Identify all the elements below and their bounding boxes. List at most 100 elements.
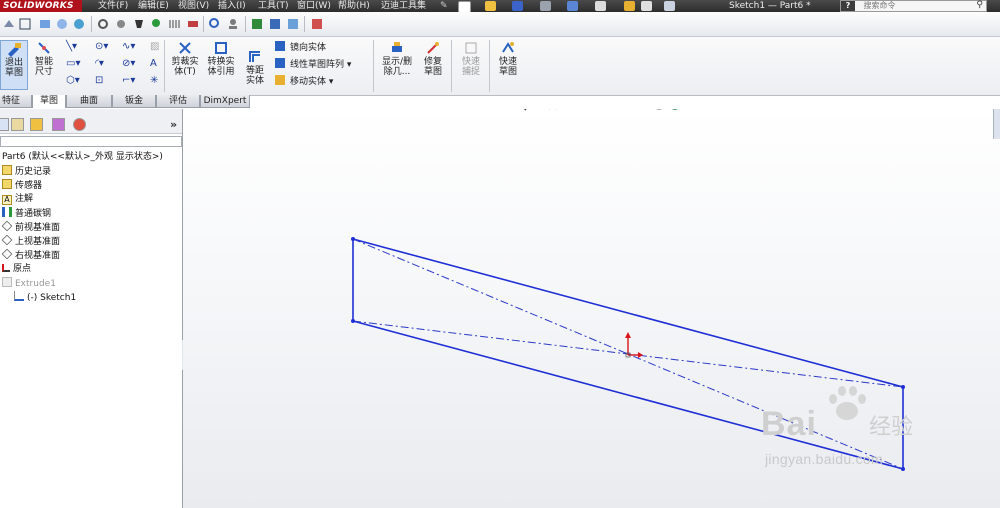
display-delete-relations-button[interactable]: 显示/删除几...	[377, 40, 417, 77]
solidworks-logo[interactable]: SOLIDWORKS	[0, 0, 82, 12]
menu-help[interactable]: 帮助(H)	[338, 0, 370, 12]
offset-entities-button[interactable]: 等距实体	[240, 49, 270, 86]
trim-entities-button[interactable]: 剪裁实体(T)	[168, 40, 202, 77]
spline-tool-icon[interactable]: ∿▾	[122, 41, 135, 53]
tree-item-sketch1[interactable]: (-) Sketch1	[14, 291, 76, 304]
sketch-command-manager: 退出草图 智能尺寸 ╲▾ ⊙▾ ∿▾ ▨ ▭▾ ◜▾ ⊘▾ A ⬡▾ ⊡ ⌐▾ …	[0, 37, 1000, 96]
centerline-tool-icon[interactable]: ✳	[150, 75, 158, 87]
grid-icon[interactable]	[168, 17, 182, 31]
expand-panel-icon[interactable]: »	[170, 119, 177, 130]
tab-evaluate[interactable]: 评估	[156, 95, 200, 108]
menu-file[interactable]: 文件(F)	[98, 0, 128, 12]
document-title: Sketch1 — Part6 *	[729, 1, 811, 11]
fillet-tool-icon[interactable]: ⌐▾	[122, 75, 135, 87]
tab-sheet-metal[interactable]: 钣金	[112, 95, 156, 108]
polygon-tool-icon[interactable]: ⬡▾	[66, 75, 80, 87]
dimxpert-tab-icon[interactable]	[52, 118, 65, 131]
text-tool-icon[interactable]: A	[150, 58, 157, 70]
tab-sketch[interactable]: 草图	[32, 95, 66, 108]
user-icon[interactable]	[226, 17, 240, 31]
ribbon-divider	[451, 40, 452, 92]
convert-entities-button[interactable]: 转换实体引用	[204, 40, 238, 77]
tree-item-label: 原点	[13, 264, 32, 274]
search-icon[interactable]: ⚲	[976, 0, 983, 10]
section-view-icon[interactable]	[55, 17, 69, 31]
menu-window[interactable]: 窗口(W)	[297, 0, 331, 12]
location-icon[interactable]	[149, 17, 163, 31]
tab-surfaces[interactable]: 曲面	[66, 95, 112, 108]
graphics-area[interactable]: Bai 经验 jingyan.baidu.com	[183, 109, 1000, 508]
tree-item-origin[interactable]: 原点	[2, 263, 31, 276]
tree-item-extrude1[interactable]: Extrude1	[2, 277, 56, 290]
tree-item-part[interactable]: Part6 (默认<<默认>_外观 显示状态>)	[2, 151, 163, 164]
rectangle-tool-icon[interactable]: ▭▾	[66, 58, 80, 70]
tree-item-history[interactable]: 历史记录	[2, 165, 51, 178]
tree-item-right-plane[interactable]: 右视基准面	[1, 248, 60, 262]
gear-icon[interactable]	[96, 17, 110, 31]
origin-icon[interactable]	[625, 332, 643, 358]
line-tool-icon[interactable]: ╲▾	[66, 41, 77, 53]
tab-dimxpert[interactable]: DimXpert	[200, 95, 250, 108]
cup-icon[interactable]	[132, 17, 146, 31]
open-icon[interactable]	[485, 1, 496, 11]
smart-dimension-button[interactable]: 智能尺寸	[28, 40, 60, 77]
ellipse-tool-icon[interactable]: ⊘▾	[122, 58, 135, 70]
move-entities-button[interactable]: 移动实体 ▾	[275, 75, 333, 88]
tree-item-annotations[interactable]: A 注解	[2, 193, 33, 206]
tab-features[interactable]: 特征	[0, 95, 32, 108]
menu-insert[interactable]: 插入(I)	[218, 0, 246, 12]
menu-edit[interactable]: 编辑(E)	[138, 0, 169, 12]
globe-icon[interactable]	[72, 17, 86, 31]
plane-icon	[1, 234, 13, 246]
excel-icon[interactable]	[250, 17, 264, 31]
display-manager-tab-icon[interactable]	[73, 118, 86, 131]
mirror-entities-button[interactable]: 镜向实体	[275, 41, 326, 54]
undo-icon[interactable]	[567, 1, 578, 11]
exit-sketch-button[interactable]: 退出草图	[0, 40, 28, 90]
rebuild-icon[interactable]	[624, 1, 635, 11]
menu-maidi-tools[interactable]: 迈迪工具集	[381, 0, 426, 12]
repair-sketch-button[interactable]: 修复草图	[416, 40, 450, 77]
arc-tool-icon[interactable]: ◜▾	[95, 58, 104, 70]
tool-icon[interactable]	[2, 17, 16, 31]
rapid-sketch-button[interactable]: 快速草图	[493, 40, 523, 77]
view-orientation-icon[interactable]	[38, 17, 52, 31]
linear-pattern-button[interactable]: 线性草图阵列 ▾	[275, 58, 351, 71]
sketch-picture-icon[interactable]: ▨	[150, 41, 159, 53]
measure-icon[interactable]	[186, 17, 200, 31]
select-icon[interactable]	[595, 1, 606, 11]
configuration-tab-icon[interactable]	[30, 118, 43, 131]
photo-icon[interactable]	[268, 17, 282, 31]
tree-item-label: Extrude1	[15, 279, 56, 289]
point-tool-icon[interactable]: ⊡	[95, 75, 103, 87]
repair-sketch-label: 修复草图	[423, 57, 442, 77]
print-icon[interactable]	[540, 1, 551, 11]
part-gear-icon[interactable]	[114, 17, 128, 31]
sketch-line-top[interactable]	[352, 238, 904, 388]
image-icon[interactable]	[286, 17, 300, 31]
menu-view[interactable]: 视图(V)	[178, 0, 209, 12]
file-properties-icon[interactable]	[641, 1, 652, 11]
circle-tool-icon[interactable]: ⊙▾	[95, 41, 108, 53]
menu-tools[interactable]: 工具(T)	[258, 0, 289, 12]
options-icon[interactable]	[664, 1, 675, 11]
feature-tree-tab-icon[interactable]	[0, 118, 9, 131]
tree-item-top-plane[interactable]: 上视基准面	[1, 234, 60, 248]
zoom-icon[interactable]	[208, 17, 222, 31]
help-question-icon[interactable]: ?	[841, 1, 855, 11]
tree-item-material[interactable]: 普通碳钢	[2, 207, 51, 220]
tree-filter-input[interactable]	[0, 136, 182, 147]
search-commands-input[interactable]: ? 搜索命令 ⚲	[840, 0, 987, 12]
pin-icon[interactable]: ✎	[440, 0, 448, 12]
save-icon[interactable]	[512, 1, 523, 11]
quick-snaps-button[interactable]: 快速捕捉	[455, 40, 487, 77]
vertex-point[interactable]	[351, 319, 355, 323]
vertex-point[interactable]	[351, 237, 355, 241]
layout-icon[interactable]	[310, 17, 324, 31]
convert-icon	[215, 42, 227, 54]
sketch-plane-icon[interactable]	[18, 17, 32, 31]
vertex-point[interactable]	[901, 385, 905, 389]
tree-item-front-plane[interactable]: 前视基准面	[1, 220, 60, 234]
property-manager-tab-icon[interactable]	[11, 118, 24, 131]
tree-item-sensors[interactable]: 传感器	[2, 179, 42, 192]
